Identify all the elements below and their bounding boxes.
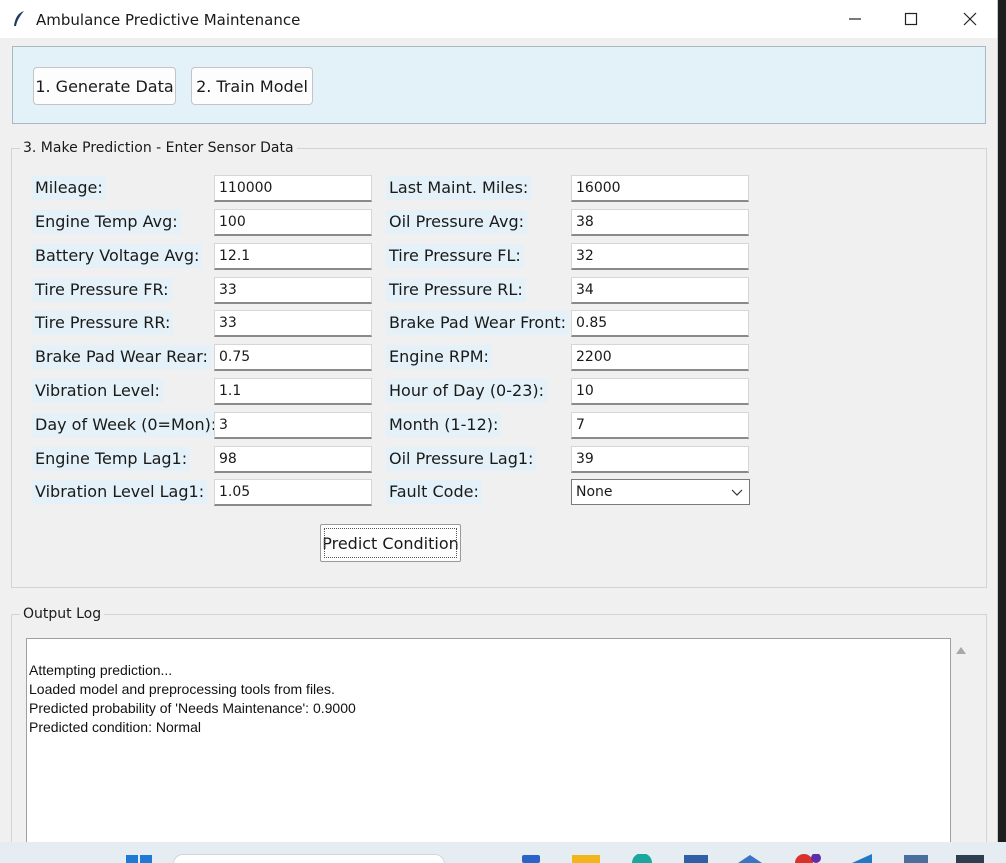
vibration-level-lag1-input[interactable]: 1.05	[214, 479, 372, 506]
engine-temp-lag1-label: Engine Temp Lag1:	[32, 447, 191, 471]
app-icon[interactable]	[734, 854, 766, 863]
engine-temp-avg-label: Engine Temp Avg:	[32, 210, 181, 234]
maximize-icon	[904, 12, 918, 26]
output-log-title: Output Log	[20, 606, 105, 622]
tire-pressure-rl-input[interactable]: 34	[571, 277, 749, 304]
minimize-button[interactable]	[826, 0, 884, 38]
engine-temp-lag1-input[interactable]: 98	[214, 446, 372, 473]
title-bar: Ambulance Predictive Maintenance	[0, 0, 997, 38]
engine-temp-avg-input[interactable]: 100	[214, 209, 372, 236]
vscode-icon[interactable]	[846, 854, 878, 863]
tire-pressure-rr-input[interactable]: 33	[214, 310, 372, 337]
tire-pressure-fl-input[interactable]: 32	[571, 243, 749, 270]
app-icon[interactable]	[952, 854, 988, 863]
engine-rpm-label: Engine RPM:	[386, 345, 492, 369]
brake-pad-wear-front-input[interactable]: 0.85	[571, 310, 749, 337]
folder-icon[interactable]	[570, 854, 602, 863]
start-icon[interactable]	[124, 854, 154, 863]
fault-code-value: None	[576, 484, 613, 500]
oil-pressure-lag1-label: Oil Pressure Lag1:	[386, 447, 537, 471]
train-model-button[interactable]: 2. Train Model	[191, 67, 313, 105]
window-title: Ambulance Predictive Maintenance	[36, 11, 301, 29]
mileage-label: Mileage:	[32, 176, 106, 200]
tire-pressure-fr-label: Tire Pressure FR:	[32, 278, 172, 302]
action-toolbar: 1. Generate Data 2. Train Model	[12, 46, 986, 124]
vibration-level-input[interactable]: 1.1	[214, 378, 372, 405]
day-of-week-input[interactable]: 3	[214, 412, 372, 439]
app-icon[interactable]	[518, 854, 544, 863]
fault-code-label: Fault Code:	[386, 480, 482, 504]
last-maint-miles-label: Last Maint. Miles:	[386, 176, 532, 200]
minimize-icon	[849, 18, 861, 20]
log-line: Predicted probability of 'Needs Maintena…	[29, 700, 356, 716]
store-icon[interactable]	[680, 854, 712, 863]
chevron-down-icon	[731, 489, 743, 496]
day-of-week-label: Day of Week (0=Mon):	[32, 413, 220, 437]
background-window-edge	[998, 0, 1006, 842]
taskbar	[0, 842, 1006, 863]
hour-of-day-input[interactable]: 10	[571, 378, 749, 405]
generate-data-button[interactable]: 1. Generate Data	[33, 67, 176, 105]
mileage-input[interactable]: 110000	[214, 175, 372, 202]
oil-pressure-lag1-input[interactable]: 39	[571, 446, 749, 473]
feather-icon	[14, 11, 24, 26]
month-label: Month (1-12):	[386, 413, 502, 437]
taskbar-search-box[interactable]	[173, 854, 445, 863]
scroll-up-arrow-icon[interactable]	[954, 644, 968, 656]
tire-pressure-fr-input[interactable]: 33	[214, 277, 372, 304]
oil-pressure-avg-input[interactable]: 38	[571, 209, 749, 236]
oil-pressure-avg-label: Oil Pressure Avg:	[386, 210, 527, 234]
engine-rpm-input[interactable]: 2200	[571, 344, 749, 371]
hour-of-day-label: Hour of Day (0-23):	[386, 379, 547, 403]
last-maint-miles-input[interactable]: 16000	[571, 175, 749, 202]
prediction-group-title: 3. Make Prediction - Enter Sensor Data	[20, 140, 297, 156]
fault-code-select[interactable]: None	[571, 479, 750, 505]
vibration-level-lag1-label: Vibration Level Lag1:	[32, 480, 208, 504]
predict-condition-label: Predict Condition	[322, 533, 459, 553]
close-button[interactable]	[941, 0, 997, 38]
close-icon	[963, 12, 977, 26]
brake-pad-wear-rear-input[interactable]: 0.75	[214, 344, 372, 371]
predict-condition-button[interactable]: Predict Condition	[320, 524, 461, 562]
browser-icon[interactable]	[626, 854, 658, 863]
battery-voltage-avg-input[interactable]: 12.1	[214, 243, 372, 270]
month-input[interactable]: 7	[571, 412, 749, 439]
log-line: Attempting prediction...	[29, 662, 173, 678]
tire-pressure-fl-label: Tire Pressure FL:	[386, 244, 524, 268]
brake-pad-wear-rear-label: Brake Pad Wear Rear:	[32, 345, 211, 369]
maximize-button[interactable]	[882, 0, 940, 38]
log-line: Loaded model and preprocessing tools fro…	[29, 681, 335, 697]
output-log-text[interactable]: Attempting prediction... Loaded model an…	[26, 638, 951, 863]
calendar-icon[interactable]	[900, 854, 932, 863]
battery-voltage-avg-label: Battery Voltage Avg:	[32, 244, 203, 268]
log-line: Predicted condition: Normal	[29, 719, 201, 735]
vibration-level-label: Vibration Level:	[32, 379, 163, 403]
tire-pressure-rr-label: Tire Pressure RR:	[32, 311, 174, 335]
tire-pressure-rl-label: Tire Pressure RL:	[386, 278, 526, 302]
app-icon[interactable]	[790, 854, 826, 863]
app-window: Ambulance Predictive Maintenance 1. Gene…	[0, 0, 998, 863]
brake-pad-wear-front-label: Brake Pad Wear Front:	[386, 311, 570, 335]
